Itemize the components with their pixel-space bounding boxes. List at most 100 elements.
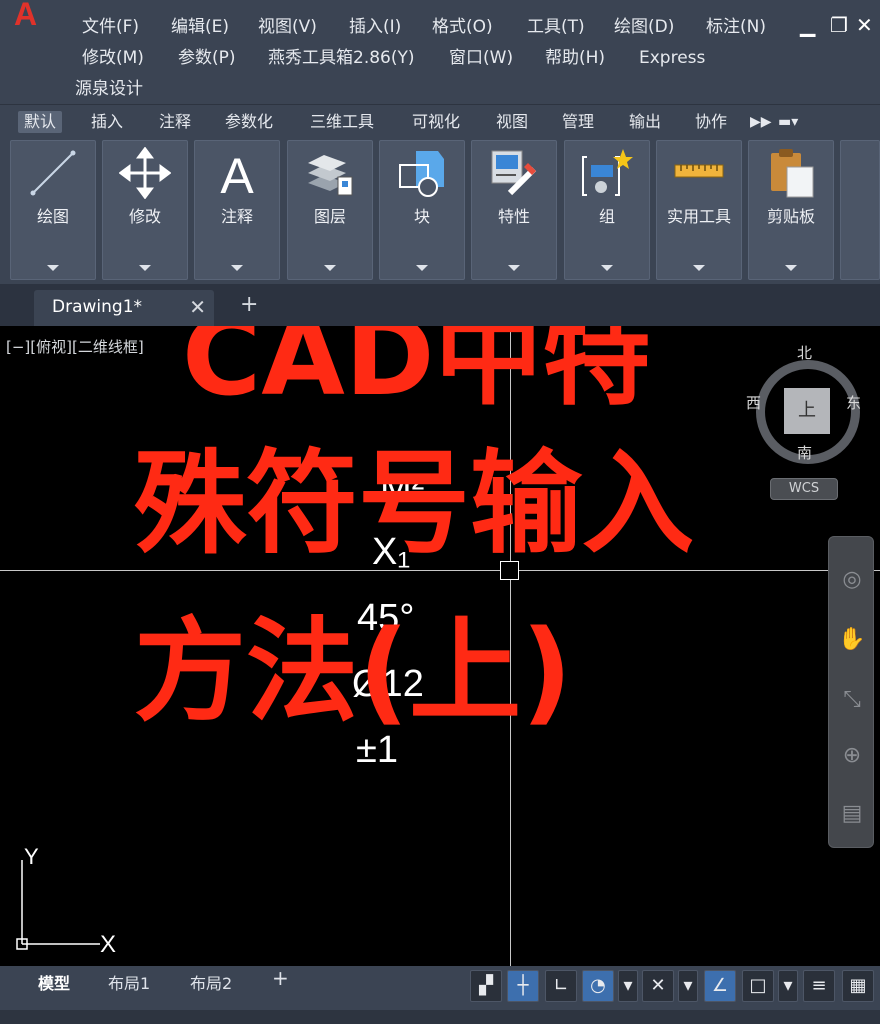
panel-properties[interactable]: 特性 [471,140,557,280]
grid-icon[interactable]: ┼ [507,970,539,1002]
tab-view[interactable]: 视图 [490,111,534,133]
panel-layers[interactable]: 图层 [287,140,373,280]
add-layout-plus-icon[interactable]: + [272,966,289,990]
panel-block-label: 块 [413,207,430,226]
viewcube-top-face[interactable]: 上 [784,388,830,434]
panel-clipboard[interactable]: 剪贴板 [748,140,834,280]
tab-visualize[interactable]: 可视化 [406,111,466,133]
block-icon [399,151,444,197]
menu-view[interactable]: 视图(V) [258,16,317,38]
close-icon[interactable]: ✕ [856,14,873,36]
showmotion-icon[interactable]: ▤ [837,799,867,829]
restore-icon[interactable]: ❐ [830,14,848,36]
wcs-menu-button[interactable]: WCS [770,478,838,500]
panel-group[interactable]: 组 [564,140,650,280]
menu-express[interactable]: Express [639,47,705,69]
snap-icon[interactable]: ∟ [545,970,577,1002]
chevron-down-icon[interactable] [508,265,520,271]
panel-modify[interactable]: 修改 [102,140,188,280]
steering-wheel-icon[interactable]: ◎ [837,565,867,595]
viewport-controls-label[interactable]: [−][俯视][二维线框] [6,336,144,357]
compass-north[interactable]: 北 [797,342,812,363]
panel-draw[interactable]: 绘图 [10,140,96,280]
zoom-extents-icon[interactable]: ⤡ [837,685,867,715]
tab-output[interactable]: 输出 [623,111,667,133]
tab-model[interactable]: 模型 [38,970,70,994]
chevron-down-icon[interactable] [47,265,59,271]
chevron-down-icon[interactable]: ▾ [778,970,798,1002]
panel-group-label: 组 [598,207,615,226]
move-arrows-icon [119,147,171,199]
menu-dimension[interactable]: 标注(N) [706,16,766,38]
panel-utilities[interactable]: 实用工具 [656,140,742,280]
tab-3d-tools[interactable]: 三维工具 [304,111,380,133]
menu-format[interactable]: 格式(O) [432,16,493,38]
isodraft-icon[interactable]: ✕ [642,970,674,1002]
ribbon-display-icon[interactable]: ▬▾ [772,111,804,133]
tab-manage[interactable]: 管理 [556,111,600,133]
panel-properties-label: 特性 [497,207,530,226]
tab-default[interactable]: 默认 [18,111,63,133]
drawing-canvas[interactable]: [−][俯视][二维线框] M² X₁ 45° Ø12 ±1 CAD中特 殊符号… [0,326,880,966]
tab-drawing1[interactable]: Drawing1* ✕ [34,290,214,326]
menu-yanxiu-toolbox[interactable]: 燕秀工具箱2.86(Y) [268,47,415,69]
viewcube[interactable]: 上 北 南 东 西 [746,344,866,486]
tab-drawing1-label: Drawing1* [52,297,143,317]
panel-overflow[interactable] [840,140,880,280]
menu-modify[interactable]: 修改(M) [82,47,144,69]
object-snap-icon[interactable]: □ [742,970,774,1002]
chevron-down-icon[interactable] [324,265,336,271]
chevron-down-icon[interactable]: ▾ [618,970,638,1002]
compass-west[interactable]: 西 [746,392,761,413]
menu-insert[interactable]: 插入(I) [349,16,401,38]
chevron-down-icon[interactable] [785,265,797,271]
chevron-down-icon[interactable] [416,265,428,271]
tab-insert[interactable]: 插入 [85,111,129,133]
pan-hand-icon[interactable]: ✋ [837,625,867,655]
panel-block[interactable]: 块 [379,140,465,280]
model-space-icon[interactable]: ▞ [470,970,502,1002]
tab-collaborate[interactable]: 协作 [689,111,733,133]
layout-status-bar: 模型 布局1 布局2 + ▞ ┼ ∟ ◔ ▾ ✕ ▾ ∠ □ ▾ ≡ ▦ [0,966,880,1024]
menu-help[interactable]: 帮助(H) [545,47,605,69]
menu-parametric[interactable]: 参数(P) [178,47,236,69]
svg-text:A: A [220,148,254,199]
polar-tracking-icon[interactable]: ∠ [704,970,736,1002]
line-draw-icon [30,150,76,196]
chevron-down-icon[interactable]: ▾ [678,970,698,1002]
panel-annotation[interactable]: A 注释 [194,140,280,280]
panel-annotation-label: 注释 [220,207,253,226]
ucs-axes-icon: Y X [16,846,116,956]
properties-icon [491,150,537,196]
new-tab-plus-icon[interactable]: + [240,294,258,316]
menu-edit[interactable]: 编辑(E) [171,16,229,38]
menu-window[interactable]: 窗口(W) [449,47,513,69]
tab-layout1[interactable]: 布局1 [108,970,150,994]
ucs-y-label: Y [24,846,39,869]
compass-east[interactable]: 东 [846,392,861,413]
compass-south[interactable]: 南 [797,442,812,463]
chevron-down-icon[interactable] [231,265,243,271]
chevron-down-icon[interactable] [601,265,613,271]
overlay-title-line2: 殊符号输入 [134,439,694,569]
menu-yuanquan-design[interactable]: 源泉设计 [75,78,143,100]
tab-layout2[interactable]: 布局2 [190,970,232,994]
panel-clipboard-label: 剪贴板 [766,207,815,226]
orbit-icon[interactable]: ⊕ [837,741,867,771]
tab-parametric[interactable]: 参数化 [219,111,279,133]
chevron-down-icon[interactable] [693,265,705,271]
ortho-icon[interactable]: ◔ [582,970,614,1002]
clipboard-icon [771,149,814,198]
navigation-bar: ◎ ✋ ⤡ ⊕ ▤ [828,536,874,848]
lineweight-icon[interactable]: ≡ [803,970,835,1002]
menu-draw[interactable]: 绘图(D) [614,16,674,38]
tab-annotate[interactable]: 注释 [153,111,197,133]
text-a-icon: A [220,148,254,199]
chevron-down-icon[interactable] [139,265,151,271]
menu-file[interactable]: 文件(F) [82,16,139,38]
menu-tools[interactable]: 工具(T) [527,16,585,38]
close-icon[interactable]: ✕ [189,295,206,319]
minimize-icon[interactable]: ▁ [800,14,815,36]
transparency-icon[interactable]: ▦ [842,970,874,1002]
autocad-logo-icon[interactable]: A [14,0,54,32]
